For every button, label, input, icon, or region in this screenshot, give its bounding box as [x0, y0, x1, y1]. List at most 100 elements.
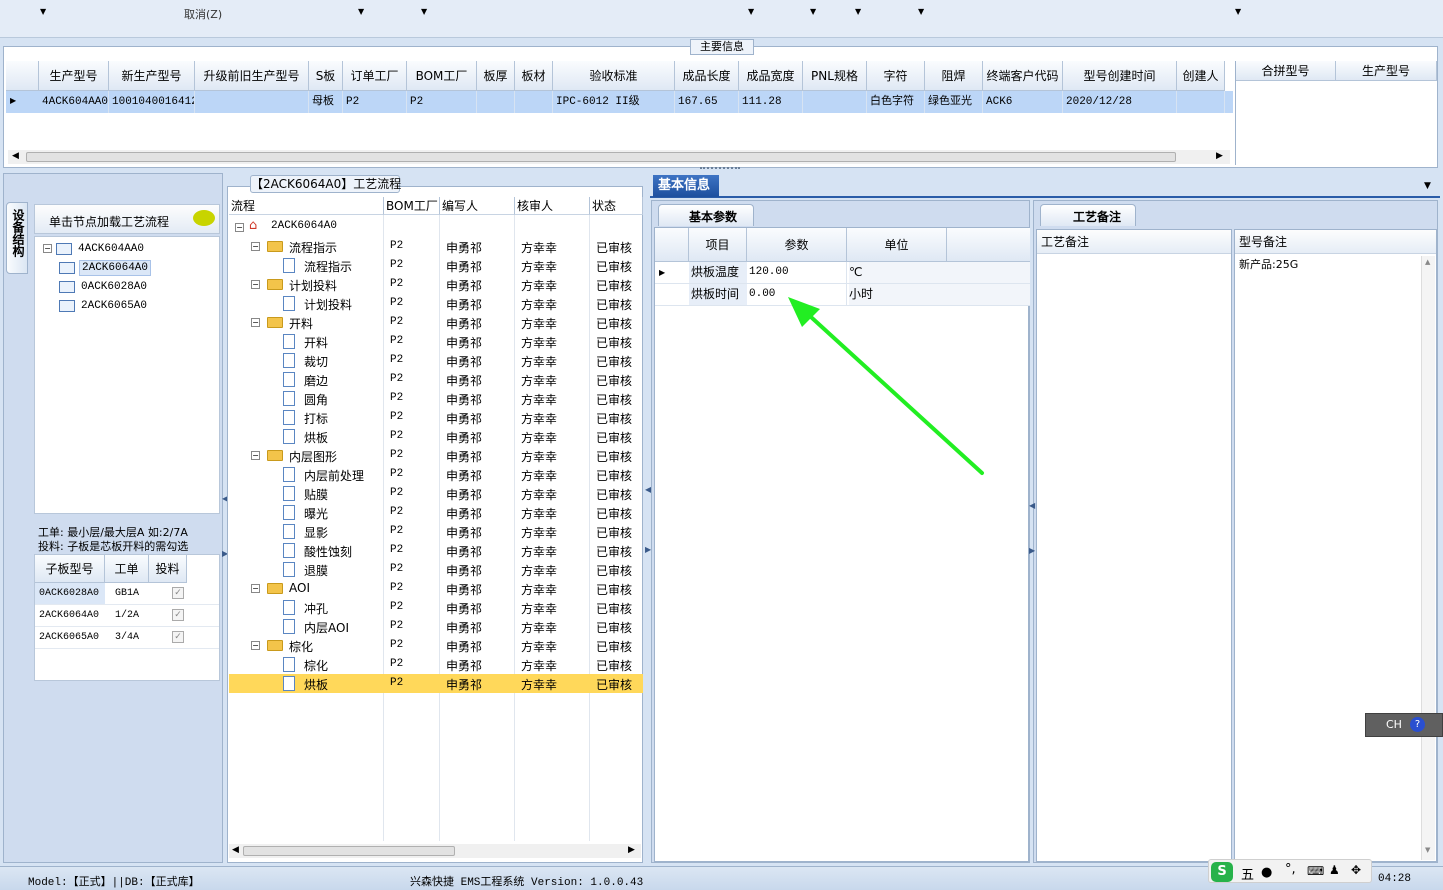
- process-row[interactable]: 开料 P2 申勇祁 方幸幸 已审核: [229, 332, 643, 351]
- chevron-down-icon[interactable]: ▼: [918, 7, 924, 16]
- column-header[interactable]: 流程: [229, 197, 384, 215]
- column-header[interactable]: 型号创建时间: [1063, 61, 1177, 91]
- tab-basic-params[interactable]: 基本参数: [658, 204, 754, 226]
- feed-checkbox[interactable]: ✓: [172, 609, 184, 621]
- process-row[interactable]: − 开料 P2 申勇祁 方幸幸 已审核: [229, 313, 643, 332]
- column-header[interactable]: 生产型号: [1336, 61, 1437, 81]
- column-header[interactable]: 阻焊: [925, 61, 983, 91]
- column-header[interactable]: 编写人: [440, 197, 515, 215]
- chevron-down-icon[interactable]: ▼: [40, 7, 46, 16]
- column-header[interactable]: 合拼型号: [1236, 61, 1336, 81]
- scrollbar-thumb[interactable]: [26, 152, 1176, 162]
- sub-model-cell[interactable]: 2ACK6065A0: [35, 627, 105, 648]
- process-row[interactable]: 内层前处理 P2 申勇祁 方幸幸 已审核: [229, 465, 643, 484]
- column-header[interactable]: 成品宽度: [739, 61, 803, 91]
- table-cell[interactable]: 2020/12/28: [1063, 91, 1177, 113]
- table-cell[interactable]: [803, 91, 867, 113]
- tree-node[interactable]: 2ACK6064A0: [59, 259, 152, 278]
- param-row[interactable]: ▶ 烘板温度 120.00 ℃: [655, 262, 1030, 284]
- table-row[interactable]: ▶4ACK604AA010010400164123母板P2P2IPC-6012 …: [6, 91, 1233, 113]
- chevron-down-icon[interactable]: ▼: [748, 7, 754, 16]
- table-cell[interactable]: [515, 91, 553, 113]
- table-cell[interactable]: P2: [343, 91, 407, 113]
- tree-node[interactable]: 0ACK6028A0: [59, 279, 149, 297]
- collapse-minus-icon[interactable]: −: [251, 318, 260, 327]
- column-header[interactable]: BOM工厂: [384, 197, 440, 215]
- process-row[interactable]: 冲孔 P2 申勇祁 方幸幸 已审核: [229, 598, 643, 617]
- table-cell[interactable]: [477, 91, 515, 113]
- column-header[interactable]: 生产型号: [39, 61, 109, 91]
- horizontal-scrollbar[interactable]: ◀ ▶: [8, 150, 1230, 164]
- process-hscrollbar[interactable]: ◀ ▶: [229, 844, 641, 858]
- sub-order-cell[interactable]: 1/2A: [105, 605, 149, 626]
- tab-process-remarks[interactable]: 工艺备注: [1040, 204, 1136, 226]
- table-row[interactable]: 0ACK6028A0 GB1A ✓: [35, 583, 219, 605]
- scroll-left-icon[interactable]: ◀: [232, 845, 239, 855]
- collapse-minus-icon[interactable]: −: [251, 242, 260, 251]
- column-header[interactable]: 项目: [689, 228, 747, 262]
- cancel-menu-item[interactable]: 取消(Z): [184, 6, 222, 22]
- chevron-down-icon[interactable]: ▼: [810, 7, 816, 16]
- feed-checkbox[interactable]: ✓: [172, 587, 184, 599]
- scroll-right-icon[interactable]: ▶: [628, 845, 635, 855]
- sub-model-cell[interactable]: 2ACK6064A0: [35, 605, 105, 626]
- chevron-down-icon[interactable]: ▼: [1235, 7, 1241, 16]
- column-header[interactable]: 板材: [515, 61, 553, 91]
- column-header[interactable]: 板厚: [477, 61, 515, 91]
- table-cell[interactable]: 111.28: [739, 91, 803, 113]
- process-row[interactable]: 烘板 P2 申勇祁 方幸幸 已审核: [229, 427, 643, 446]
- table-cell[interactable]: 167.65: [675, 91, 739, 113]
- table-cell[interactable]: 母板: [309, 91, 343, 113]
- tree-node[interactable]: 2ACK6065A0: [59, 298, 149, 316]
- side-tab-equipment[interactable]: 设备结构: [6, 202, 28, 274]
- scroll-right-icon[interactable]: ▶: [1216, 151, 1223, 161]
- table-cell[interactable]: 白色字符: [867, 91, 925, 113]
- column-header[interactable]: 新生产型号: [109, 61, 195, 91]
- column-header[interactable]: 验收标准: [553, 61, 675, 91]
- ime-toolbar[interactable]: S 五 ● °, ⌨ ♟ ✥: [1208, 859, 1372, 883]
- process-row[interactable]: − 流程指示 P2 申勇祁 方幸幸 已审核: [229, 237, 643, 256]
- table-cell[interactable]: IPC-6012 II级: [553, 91, 675, 113]
- collapse-minus-icon[interactable]: −: [251, 641, 260, 650]
- table-cell[interactable]: ACK6: [983, 91, 1063, 113]
- process-remark-box[interactable]: 工艺备注: [1036, 229, 1232, 862]
- process-row[interactable]: − 计划投料 P2 申勇祁 方幸幸 已审核: [229, 275, 643, 294]
- column-header[interactable]: 参数: [747, 228, 847, 262]
- collapse-minus-icon[interactable]: −: [43, 244, 52, 253]
- chevron-down-icon[interactable]: ▼: [1424, 181, 1431, 191]
- process-row[interactable]: 曝光 P2 申勇祁 方幸幸 已审核: [229, 503, 643, 522]
- ime-lang-bar[interactable]: CH ?: [1365, 713, 1443, 737]
- table-cell[interactable]: [195, 91, 309, 113]
- process-row[interactable]: 流程指示 P2 申勇祁 方幸幸 已审核: [229, 256, 643, 275]
- table-row[interactable]: 2ACK6065A0 3/4A ✓: [35, 627, 219, 649]
- feed-checkbox[interactable]: ✓: [172, 631, 184, 643]
- process-row[interactable]: 计划投料 P2 申勇祁 方幸幸 已审核: [229, 294, 643, 313]
- process-row[interactable]: 显影 P2 申勇祁 方幸幸 已审核: [229, 522, 643, 541]
- table-row[interactable]: 2ACK6064A0 1/2A ✓: [35, 605, 219, 627]
- sub-model-cell[interactable]: 0ACK6028A0: [35, 583, 105, 604]
- column-header[interactable]: 子板型号: [35, 555, 105, 583]
- collapse-minus-icon[interactable]: −: [251, 584, 260, 593]
- column-header[interactable]: BOM工厂: [407, 61, 477, 91]
- model-remark-box[interactable]: 型号备注 新产品:25G ▲ ▼: [1234, 229, 1437, 862]
- process-row[interactable]: 裁切 P2 申勇祁 方幸幸 已审核: [229, 351, 643, 370]
- column-header[interactable]: 核审人: [515, 197, 590, 215]
- column-header[interactable]: 创建人: [1177, 61, 1225, 91]
- scroll-left-icon[interactable]: ◀: [12, 151, 19, 161]
- process-row[interactable]: 打标 P2 申勇祁 方幸幸 已审核: [229, 408, 643, 427]
- chevron-down-icon[interactable]: ▼: [358, 7, 364, 16]
- vertical-scrollbar[interactable]: ▲ ▼: [1421, 256, 1435, 860]
- tree-node[interactable]: − 4ACK604AA0: [43, 241, 146, 259]
- process-row[interactable]: 贴膜 P2 申勇祁 方幸幸 已审核: [229, 484, 643, 503]
- column-header[interactable]: S板: [309, 61, 343, 91]
- process-row[interactable]: − 棕化 P2 申勇祁 方幸幸 已审核: [229, 636, 643, 655]
- chevron-down-icon[interactable]: ▼: [421, 7, 427, 16]
- param-value[interactable]: 120.00: [747, 262, 847, 283]
- process-row[interactable]: 磨边 P2 申勇祁 方幸幸 已审核: [229, 370, 643, 389]
- process-row[interactable]: − AOI P2 申勇祁 方幸幸 已审核: [229, 579, 643, 598]
- process-row[interactable]: 棕化 P2 申勇祁 方幸幸 已审核: [229, 655, 643, 674]
- collapse-right-icon[interactable]: ▶: [1029, 546, 1035, 555]
- process-row[interactable]: 圆角 P2 申勇祁 方幸幸 已审核: [229, 389, 643, 408]
- table-cell[interactable]: 10010400164123: [109, 91, 195, 113]
- collapse-minus-icon[interactable]: −: [235, 223, 244, 232]
